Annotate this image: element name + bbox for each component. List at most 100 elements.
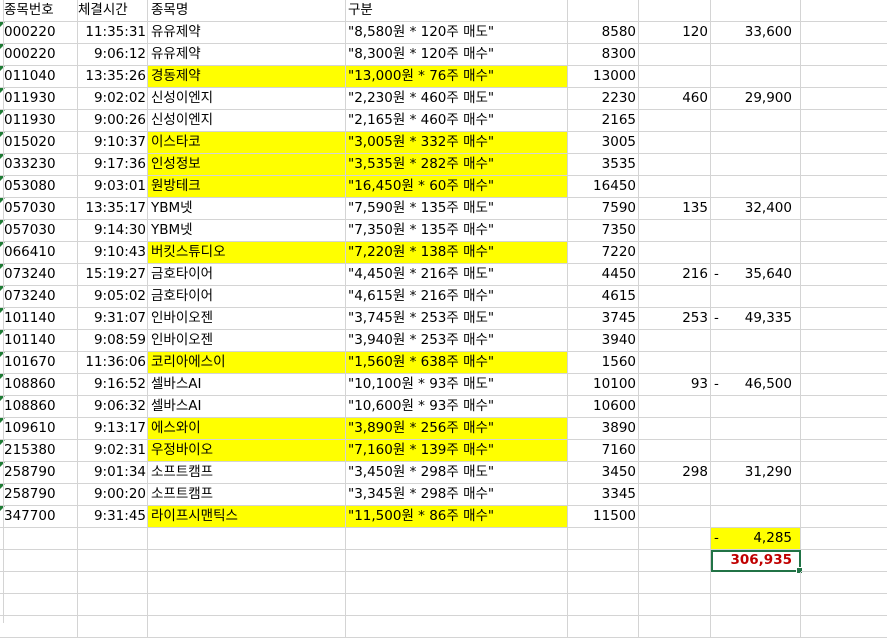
cell-qty[interactable] bbox=[639, 286, 711, 308]
cell-name[interactable]: 인바이오젠 bbox=[148, 330, 346, 352]
cell-code[interactable]: 258790 bbox=[0, 462, 78, 484]
cell-price[interactable]: 11500 bbox=[568, 506, 639, 528]
cell-code[interactable]: 011040 bbox=[0, 66, 78, 88]
cell-desc[interactable]: "2,165원 * 460주 매수" bbox=[346, 110, 568, 132]
cell-empty[interactable] bbox=[801, 308, 887, 330]
cell-code[interactable]: 109610 bbox=[0, 418, 78, 440]
cell-price[interactable]: 13000 bbox=[568, 66, 639, 88]
cell-qty[interactable] bbox=[639, 572, 711, 594]
cell-price[interactable]: 7160 bbox=[568, 440, 639, 462]
cell-empty[interactable] bbox=[801, 418, 887, 440]
cell-amount[interactable] bbox=[711, 330, 801, 352]
cell-qty[interactable] bbox=[639, 132, 711, 154]
cell-qty[interactable] bbox=[639, 44, 711, 66]
cell-price[interactable]: 7220 bbox=[568, 242, 639, 264]
cell-desc[interactable]: "8,300원 * 120주 매수" bbox=[346, 44, 568, 66]
cell-price[interactable]: 7350 bbox=[568, 220, 639, 242]
cell-qty[interactable]: 120 bbox=[639, 22, 711, 44]
cell-time[interactable] bbox=[78, 572, 148, 594]
cell-code[interactable] bbox=[0, 528, 78, 550]
cell-name[interactable]: 신성이엔지 bbox=[148, 110, 346, 132]
header-name[interactable]: 종목명 bbox=[148, 0, 346, 22]
cell-qty[interactable] bbox=[639, 616, 711, 638]
cell-amount[interactable] bbox=[711, 110, 801, 132]
cell-price[interactable] bbox=[568, 528, 639, 550]
cell-price[interactable]: 1560 bbox=[568, 352, 639, 374]
cell-time[interactable]: 9:05:02 bbox=[78, 286, 148, 308]
cell-price[interactable] bbox=[568, 594, 639, 616]
cell-time[interactable]: 9:03:01 bbox=[78, 176, 148, 198]
cell-code[interactable]: 000220 bbox=[0, 44, 78, 66]
cell-amount[interactable]: 49,335 - bbox=[711, 308, 801, 330]
cell-name[interactable]: 신성이엔지 bbox=[148, 88, 346, 110]
cell-name[interactable]: 인성정보 bbox=[148, 154, 346, 176]
header-code[interactable]: 종목번호 bbox=[0, 0, 78, 22]
cell-amount[interactable]: 35,640 - bbox=[711, 264, 801, 286]
cell-price[interactable]: 3890 bbox=[568, 418, 639, 440]
cell-empty[interactable] bbox=[801, 484, 887, 506]
cell-qty[interactable] bbox=[639, 242, 711, 264]
cell-code[interactable]: 066410 bbox=[0, 242, 78, 264]
cell-name[interactable]: 셀바스AI bbox=[148, 396, 346, 418]
cell-time[interactable]: 9:08:59 bbox=[78, 330, 148, 352]
cell-code[interactable]: 011930 bbox=[0, 110, 78, 132]
cell-amount[interactable] bbox=[711, 594, 801, 616]
cell-time[interactable]: 9:10:43 bbox=[78, 242, 148, 264]
cell-desc[interactable] bbox=[346, 572, 568, 594]
cell-name[interactable] bbox=[148, 550, 346, 572]
cell-code[interactable]: 000220 bbox=[0, 22, 78, 44]
cell-qty[interactable] bbox=[639, 352, 711, 374]
cell-price[interactable]: 3940 bbox=[568, 330, 639, 352]
cell-time[interactable]: 11:35:31 bbox=[78, 22, 148, 44]
cell-price[interactable]: 3450 bbox=[568, 462, 639, 484]
cell-empty[interactable] bbox=[801, 374, 887, 396]
cell-price[interactable]: 3345 bbox=[568, 484, 639, 506]
cell-qty[interactable] bbox=[639, 506, 711, 528]
cell-price[interactable] bbox=[568, 550, 639, 572]
cell-price[interactable]: 8300 bbox=[568, 44, 639, 66]
cell-qty[interactable]: 460 bbox=[639, 88, 711, 110]
cell-time[interactable] bbox=[78, 550, 148, 572]
cell-qty[interactable] bbox=[639, 176, 711, 198]
header-empty-g[interactable] bbox=[711, 0, 801, 22]
cell-qty[interactable] bbox=[639, 66, 711, 88]
cell-empty[interactable] bbox=[801, 88, 887, 110]
header-empty-e[interactable] bbox=[568, 0, 639, 22]
header-empty-h[interactable] bbox=[801, 0, 887, 22]
cell-time[interactable]: 9:13:17 bbox=[78, 418, 148, 440]
cell-empty[interactable] bbox=[801, 462, 887, 484]
cell-desc[interactable] bbox=[346, 550, 568, 572]
cell-name[interactable]: 소프트캠프 bbox=[148, 484, 346, 506]
cell-desc[interactable] bbox=[346, 616, 568, 638]
cell-qty[interactable] bbox=[639, 396, 711, 418]
cell-amount[interactable]: 31,290 bbox=[711, 462, 801, 484]
cell-code[interactable]: 073240 bbox=[0, 286, 78, 308]
cell-qty[interactable]: 253 bbox=[639, 308, 711, 330]
cell-name[interactable]: 코리아에스이 bbox=[148, 352, 346, 374]
cell-qty[interactable] bbox=[639, 220, 711, 242]
cell-empty[interactable] bbox=[801, 176, 887, 198]
cell-desc[interactable]: "3,890원 * 256주 매수" bbox=[346, 418, 568, 440]
cell-time[interactable]: 9:06:12 bbox=[78, 44, 148, 66]
cell-time[interactable]: 9:17:36 bbox=[78, 154, 148, 176]
cell-name[interactable]: 라이프시맨틱스 bbox=[148, 506, 346, 528]
cell-name[interactable]: 경동제약 bbox=[148, 66, 346, 88]
cell-name[interactable] bbox=[148, 594, 346, 616]
cell-qty[interactable] bbox=[639, 484, 711, 506]
cell-qty[interactable] bbox=[639, 154, 711, 176]
cell-qty[interactable]: 135 bbox=[639, 198, 711, 220]
cell-empty[interactable] bbox=[801, 66, 887, 88]
cell-code[interactable] bbox=[0, 572, 78, 594]
cell-qty[interactable] bbox=[639, 550, 711, 572]
cell-desc[interactable]: "13,000원 * 76주 매수" bbox=[346, 66, 568, 88]
cell-price[interactable]: 3005 bbox=[568, 132, 639, 154]
cell-time[interactable] bbox=[78, 594, 148, 616]
cell-price[interactable]: 16450 bbox=[568, 176, 639, 198]
cell-desc[interactable]: "16,450원 * 60주 매수" bbox=[346, 176, 568, 198]
cell-amount[interactable] bbox=[711, 176, 801, 198]
cell-name[interactable]: YBM넷 bbox=[148, 198, 346, 220]
cell-price[interactable]: 2165 bbox=[568, 110, 639, 132]
cell-time[interactable]: 9:02:02 bbox=[78, 88, 148, 110]
cell-empty[interactable] bbox=[801, 352, 887, 374]
cell-amount[interactable] bbox=[711, 242, 801, 264]
